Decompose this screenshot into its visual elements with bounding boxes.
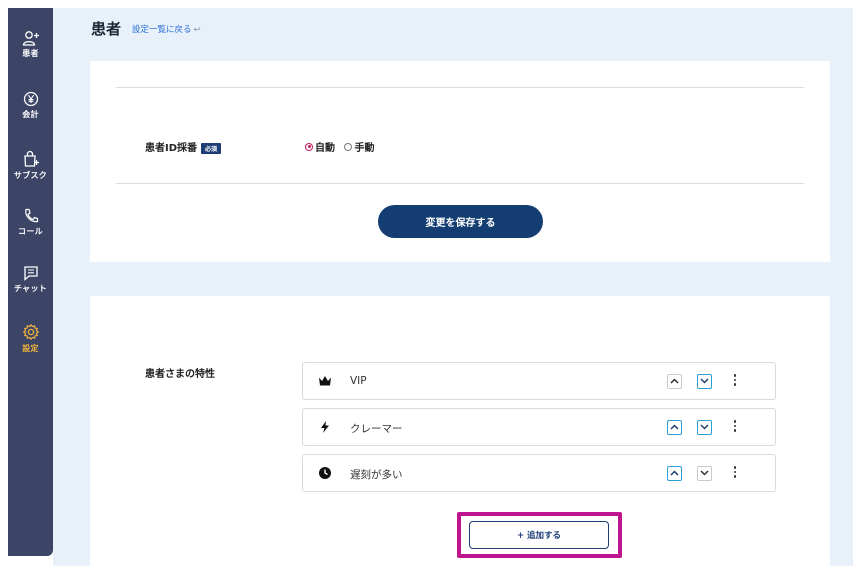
gear-icon (22, 323, 39, 341)
id-mode-radio-group: 自動 手動 (305, 139, 380, 154)
sidebar-item-accounting[interactable]: 会計 (8, 91, 53, 120)
radio-auto[interactable]: 自動 (305, 139, 335, 154)
return-arrow-icon: ↩ (193, 25, 201, 35)
attributes-label: 患者さまの特性 (145, 369, 215, 380)
clock-icon (319, 467, 331, 479)
sidebar-item-chat[interactable]: チャット (8, 265, 53, 294)
sidebar-item-label: 会計 (22, 110, 39, 119)
sidebar-item-label: コール (18, 227, 43, 236)
radio-manual-label: 手動 (354, 143, 375, 154)
shopping-bag-icon (23, 150, 39, 167)
move-down-button[interactable] (697, 466, 712, 481)
attribute-name: 遅刻が多い (350, 469, 403, 481)
sidebar-item-label: 患者 (22, 49, 39, 58)
id-settings-card: 患者ID採番 必須 自動 手動 変更を保存する (90, 61, 830, 262)
required-badge: 必須 (201, 142, 222, 154)
radio-auto-label: 自動 (315, 143, 335, 154)
chevron-up-icon (670, 424, 679, 430)
chevron-down-icon (700, 424, 709, 430)
move-up-button[interactable] (667, 420, 682, 435)
sidebar-item-label: チャット (13, 284, 48, 293)
chevron-down-icon (700, 470, 709, 476)
page-title: 患者 (91, 20, 122, 38)
attributes-card: 患者さまの特性 VIP クレーマー 遅刻が多い + 追加する (90, 296, 830, 566)
radio-auto-indicator[interactable] (305, 142, 313, 151)
more-options-icon[interactable] (730, 464, 740, 482)
sidebar-item-call[interactable]: コール (8, 208, 53, 237)
patient-id-label-text: 患者ID採番 (145, 143, 198, 154)
chat-icon (23, 266, 38, 281)
user-plus-icon (22, 31, 39, 46)
phone-icon (24, 208, 38, 223)
main-content: 患者 設定一覧に戻る ↩ 患者ID採番 必須 自動 手動 変更を保存する 患者さまの… (53, 8, 853, 566)
back-link-label: 設定一覧に戻る (132, 25, 192, 35)
save-changes-button[interactable]: 変更を保存する (378, 205, 543, 238)
add-attribute-button[interactable]: + 追加する (469, 521, 609, 549)
chevron-down-icon (700, 378, 709, 384)
attribute-row: 遅刻が多い (302, 454, 776, 492)
move-down-button[interactable] (697, 374, 712, 389)
crown-icon (319, 376, 331, 386)
sidebar-item-label: サブスク (13, 171, 48, 180)
radio-manual-indicator[interactable] (344, 142, 353, 151)
sidebar-item-subscription[interactable]: サブスク (8, 150, 53, 181)
back-to-settings-link[interactable]: 設定一覧に戻る ↩ (132, 23, 201, 35)
more-options-icon[interactable] (730, 418, 740, 436)
divider (116, 183, 804, 184)
chevron-up-icon (670, 378, 679, 384)
yen-icon (23, 91, 38, 107)
more-options-icon[interactable] (730, 372, 740, 390)
attribute-row: VIP (302, 362, 776, 400)
move-up-button[interactable] (667, 466, 682, 481)
divider (116, 87, 804, 88)
move-up-button[interactable] (667, 374, 682, 389)
lightning-icon (321, 421, 329, 433)
attribute-row: クレーマー (302, 408, 776, 446)
attribute-name: クレーマー (350, 423, 403, 435)
sidebar: 患者 会計 サブスク コール チャット 設定 (8, 8, 53, 556)
chevron-up-icon (670, 470, 679, 476)
sidebar-item-label: 設定 (22, 344, 39, 353)
radio-manual[interactable]: 手動 (344, 139, 374, 154)
sidebar-item-patients[interactable]: 患者 (8, 30, 53, 59)
sidebar-item-settings[interactable]: 設定 (8, 323, 53, 354)
attribute-name: VIP (350, 375, 367, 387)
move-down-button[interactable] (697, 420, 712, 435)
patient-id-label: 患者ID採番 必須 (145, 139, 222, 154)
